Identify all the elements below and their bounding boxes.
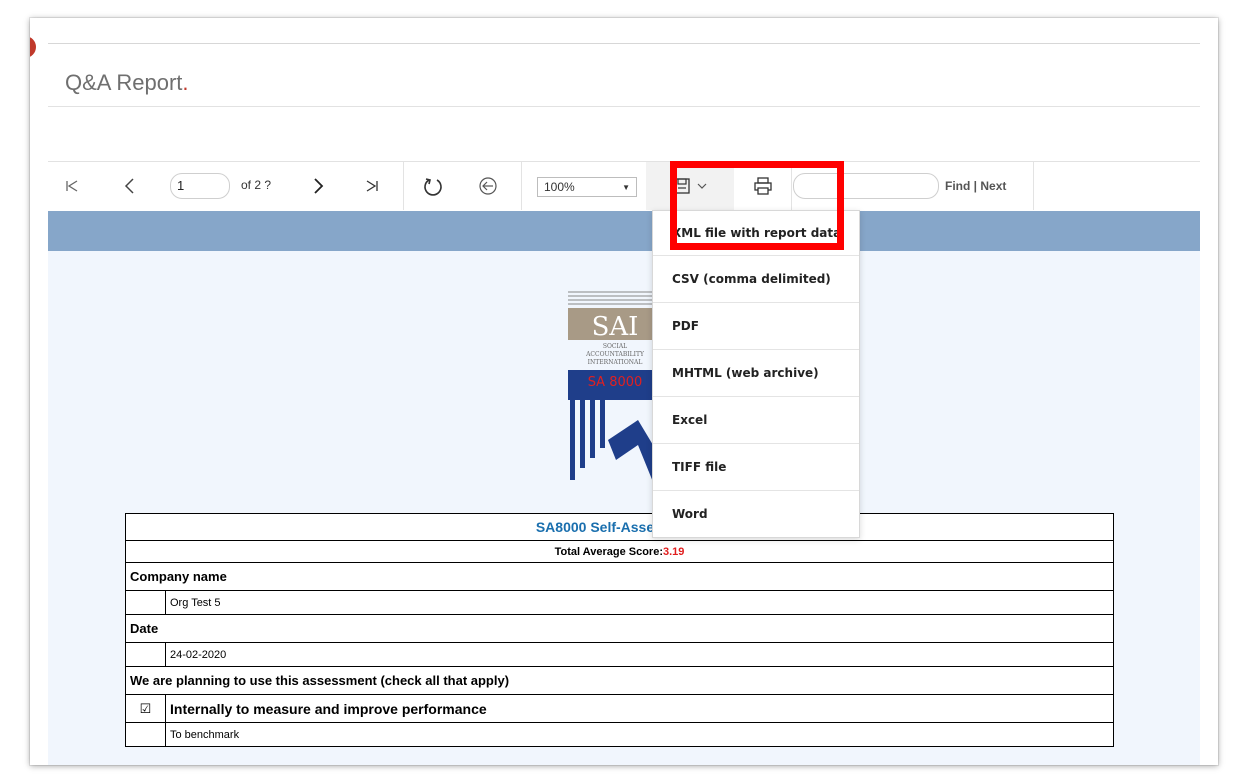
indent-cell xyxy=(126,591,166,614)
assessment-report-table: SA8000 Self-Assessment Total Average Sco… xyxy=(125,513,1114,747)
first-page-button[interactable] xyxy=(54,162,90,210)
logo-stripes xyxy=(568,291,662,305)
company-name-value: Org Test 5 xyxy=(170,596,221,609)
logo-abbr: SAI xyxy=(592,312,639,342)
logo-line3: INTERNATIONAL xyxy=(588,359,643,366)
logo-line1: SOCIAL xyxy=(603,343,627,350)
option-benchmark-label: To benchmark xyxy=(170,728,240,741)
company-name-row: Org Test 5 xyxy=(126,590,1113,614)
export-pdf-item[interactable]: PDF xyxy=(653,302,859,349)
option-row: ☑ Internally to measure and improve perf… xyxy=(126,694,1113,722)
prev-page-button[interactable] xyxy=(112,162,148,210)
refresh-icon xyxy=(424,178,442,196)
last-page-button[interactable] xyxy=(354,162,390,210)
logo-standard: SA 8000 xyxy=(588,375,643,390)
indent-cell xyxy=(126,643,166,666)
toolbar-separator xyxy=(521,162,522,210)
next-page-icon xyxy=(314,178,324,194)
dropdown-arrow-icon: ▼ xyxy=(622,182,630,192)
export-excel-item[interactable]: Excel xyxy=(653,396,859,443)
find-next-link[interactable]: Find | Next xyxy=(945,179,1006,193)
export-mhtml-item[interactable]: MHTML (web archive) xyxy=(653,349,859,396)
report-title: SA8000 Self-Assessment xyxy=(535,519,704,535)
back-icon xyxy=(479,177,497,195)
report-toolbar: 1 of 2 ? 100% ▼ Find | Next xyxy=(48,162,1200,210)
option-row: To benchmark xyxy=(126,722,1113,746)
page-number-input[interactable]: 1 xyxy=(170,173,230,199)
prev-page-icon xyxy=(124,178,134,194)
company-name-label: Company name xyxy=(126,562,1113,590)
toolbar-separator xyxy=(1033,162,1034,210)
export-word-item[interactable]: Word xyxy=(653,490,859,537)
sai-logo: SAI SOCIAL ACCOUNTABILITY INTERNATIONAL … xyxy=(568,291,662,482)
indent-cell xyxy=(126,723,166,746)
divider xyxy=(48,106,1200,107)
export-csv-item[interactable]: CSV (comma delimited) xyxy=(653,255,859,302)
first-page-icon xyxy=(66,180,78,192)
planning-label: We are planning to use this assessment (… xyxy=(126,666,1113,694)
total-score-row: Total Average Score: 3.19 xyxy=(126,540,1113,562)
date-label: Date xyxy=(126,614,1113,642)
toolbar-separator xyxy=(403,162,404,210)
logo-columns xyxy=(570,400,662,482)
refresh-button[interactable] xyxy=(413,162,453,210)
date-row: 24-02-2020 xyxy=(126,642,1113,666)
export-tiff-item[interactable]: TIFF file xyxy=(653,443,859,490)
logo-line2: ACCOUNTABILITY xyxy=(585,351,645,358)
export-dropdown-menu: XML file with report data CSV (comma del… xyxy=(652,210,860,538)
date-value: 24-02-2020 xyxy=(170,648,227,661)
option-internal-label: Internally to measure and improve perfor… xyxy=(170,700,487,717)
total-score-value: 3.19 xyxy=(662,545,685,558)
checkbox-checked-icon: ☑ xyxy=(126,695,166,722)
back-button[interactable] xyxy=(468,162,508,210)
page-title: Q&A Report. xyxy=(65,70,189,95)
last-page-icon xyxy=(366,180,378,192)
top-divider xyxy=(48,43,1200,44)
page-count-text: of 2 ? xyxy=(241,178,272,192)
report-header-band xyxy=(48,211,1200,251)
zoom-select[interactable]: 100% ▼ xyxy=(537,177,637,197)
highlight-annotation-box xyxy=(670,161,844,250)
accent-marker xyxy=(30,36,36,58)
report-viewer-window: Q&A Report. 1 of 2 ? 100% ▼ Find | Next … xyxy=(30,18,1218,765)
next-page-button[interactable] xyxy=(300,162,336,210)
